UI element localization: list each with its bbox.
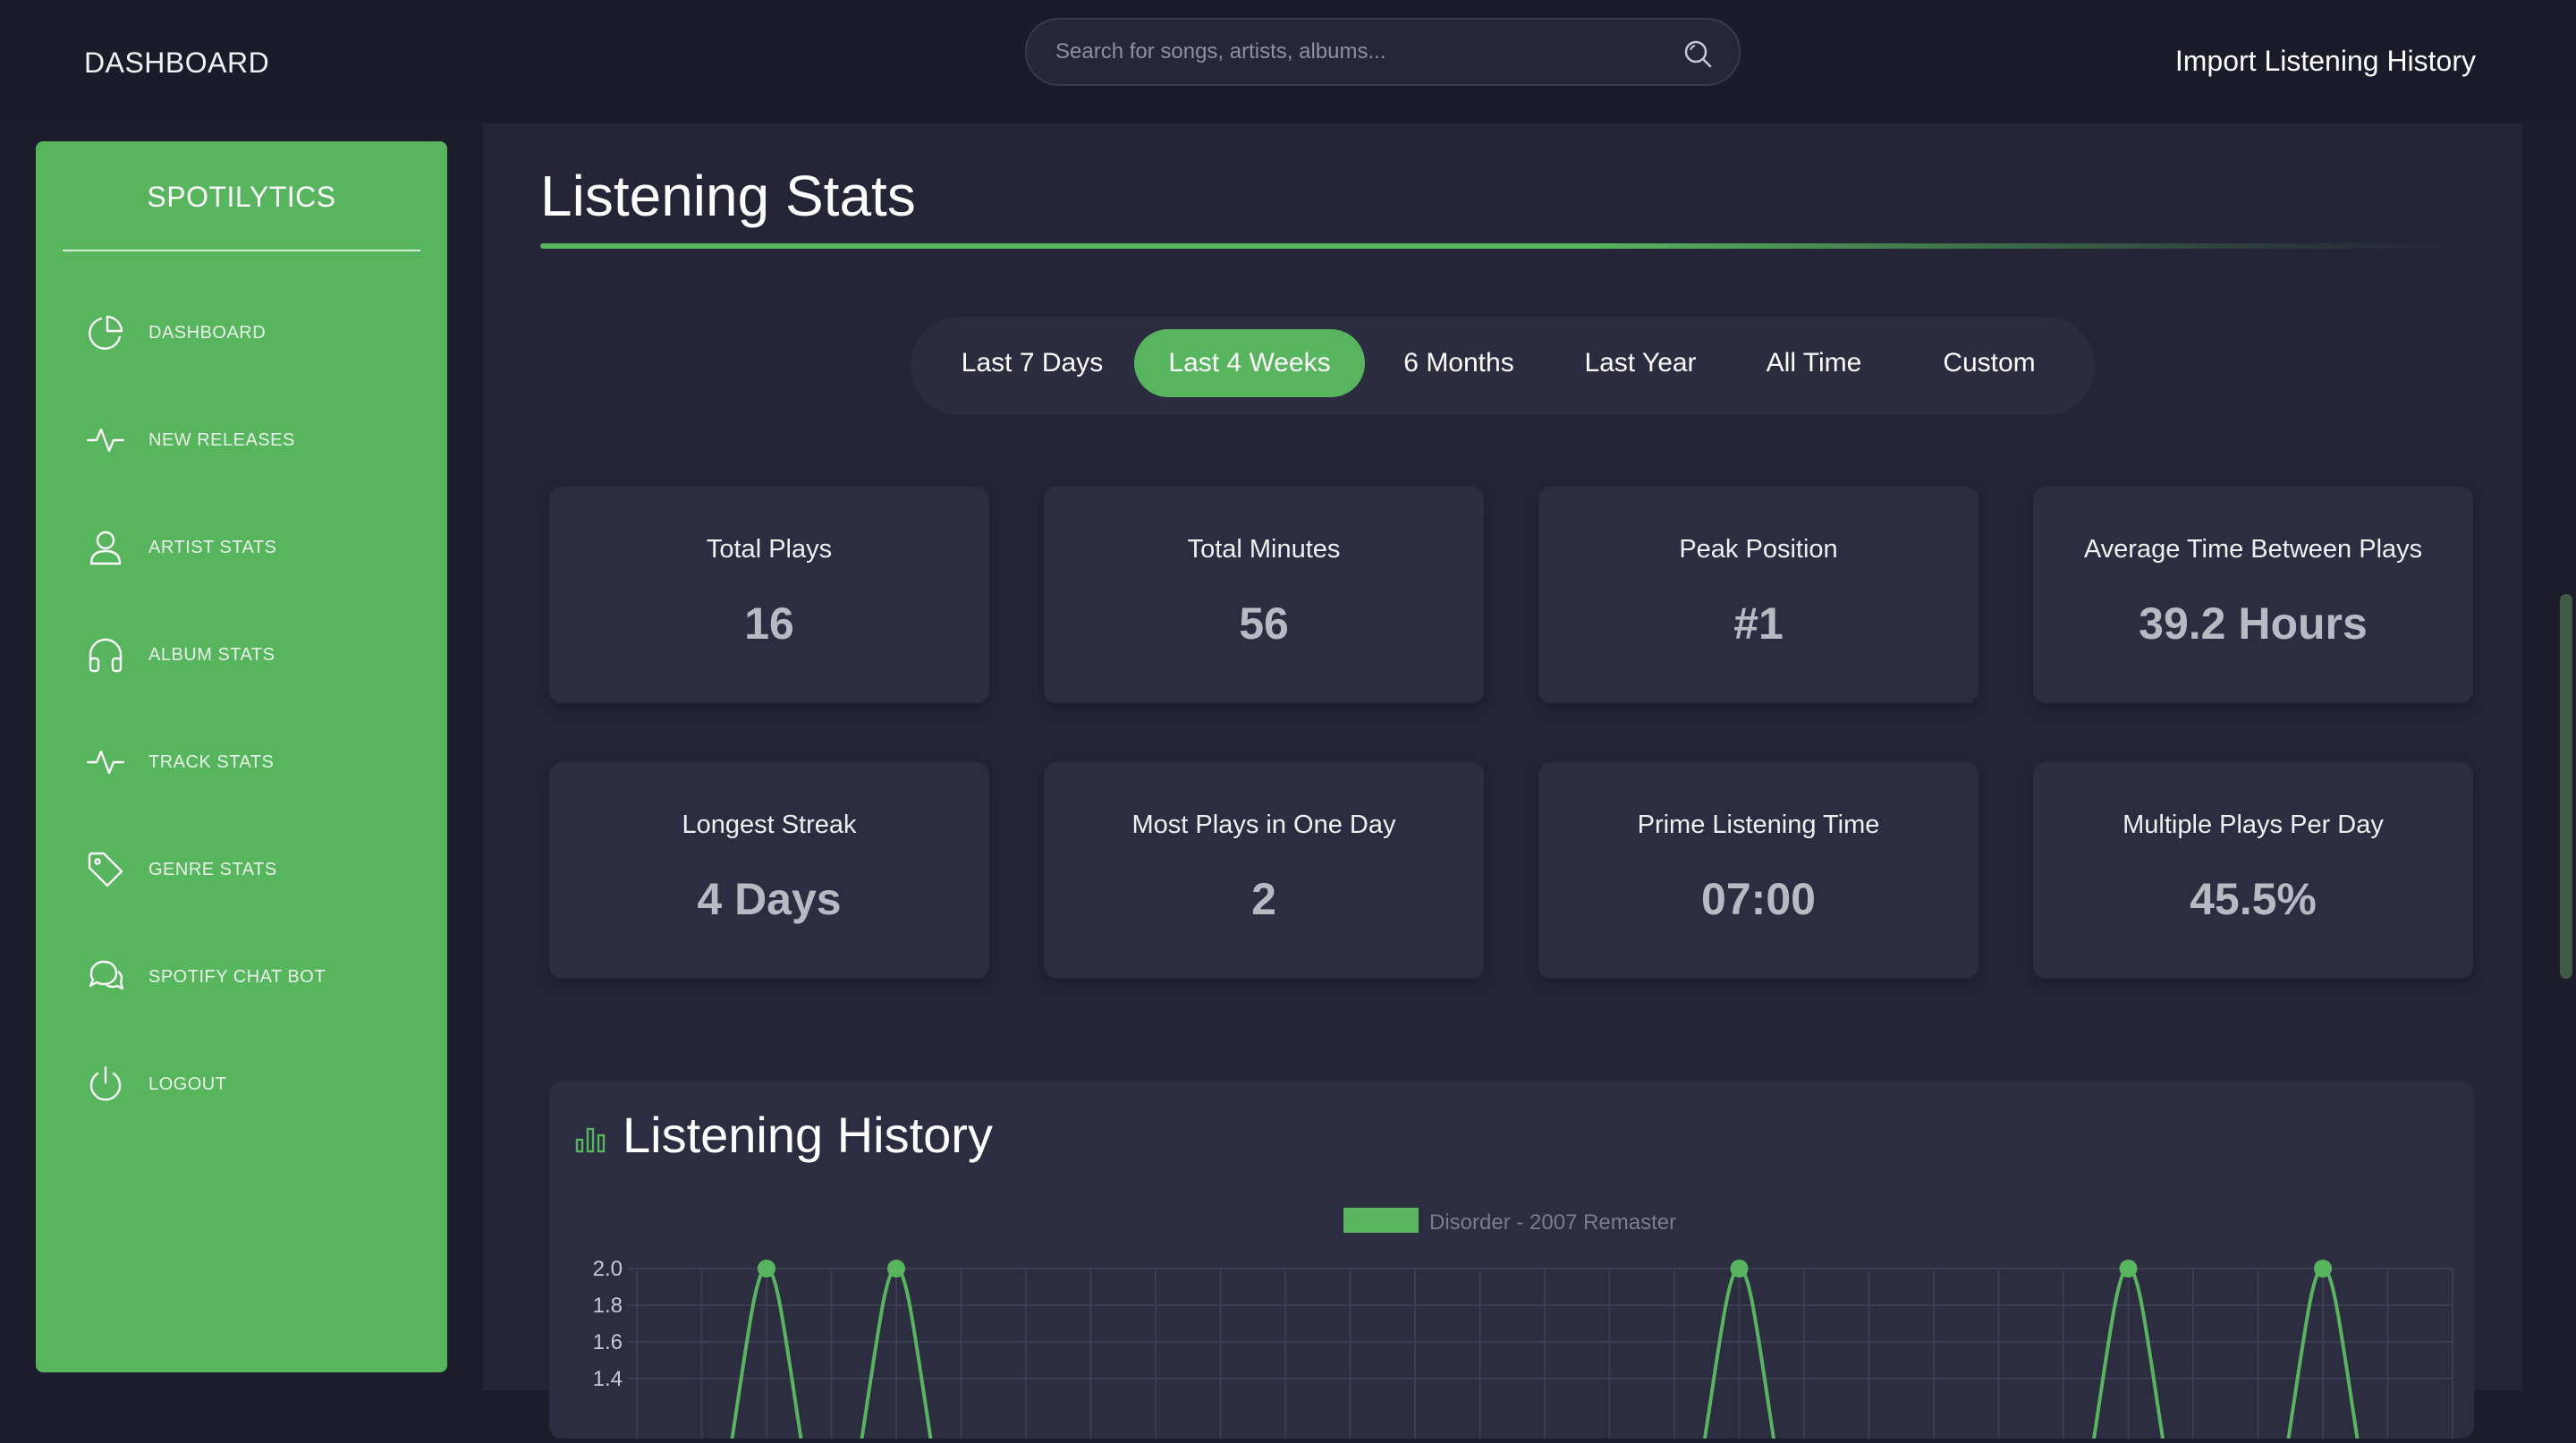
sidebar-item-logout[interactable]: LOGOUT [84,1057,424,1111]
y-tick-label: 2.0 [593,1257,623,1281]
stat-label: Prime Listening Time [1637,811,1880,839]
stat-value: 39.2 Hours [2139,598,2368,649]
stat-label: Multiple Plays Per Day [2123,811,2384,839]
scrollbar-track[interactable] [2556,123,2576,1390]
stat-value: 56 [1239,598,1289,649]
search-icon[interactable] [1682,38,1714,70]
user-icon [84,526,127,569]
sidebar-item-genre-stats[interactable]: GENRE STATS [84,843,424,896]
sidebar-item-dashboard[interactable]: DASHBOARD [84,306,424,360]
tab-last-4-weeks[interactable]: Last 4 Weeks [1134,329,1365,397]
tab-all-time[interactable]: All Time [1735,329,1893,397]
sidebar-item-artist-stats[interactable]: ARTIST STATS [84,521,424,574]
stat-card-total-minutes: Total Minutes 56 [1044,487,1484,703]
page-title: Listening Stats [540,164,916,228]
data-point [758,1260,775,1277]
main-content: Listening Stats Last 7 Days Last 4 Weeks… [483,123,2522,1443]
y-tick-label: 1.6 [593,1330,623,1354]
search-bar[interactable] [1025,18,1741,86]
y-tick-label: 1.4 [593,1367,623,1391]
stat-label: Total Plays [706,535,833,564]
stat-card-longest-streak: Longest Streak 4 Days [549,762,989,979]
tab-last-7-days[interactable]: Last 7 Days [943,329,1122,397]
import-history-link[interactable]: Import Listening History [2175,45,2476,78]
scrollbar-thumb[interactable] [2560,594,2572,979]
stat-label: Total Minutes [1187,535,1341,564]
stat-card-total-plays: Total Plays 16 [549,487,989,703]
sidebar: SPOTILYTICS DASHBOARD NEW RELEASES ARTIS… [36,141,447,1372]
listening-history-chart: Disorder - 2007 Remaster 2.0 1.8 1.6 1.4 [549,1206,2474,1443]
sidebar-item-label: ALBUM STATS [148,644,275,665]
stat-card-most-plays-one-day: Most Plays in One Day 2 [1044,762,1484,979]
data-point [2314,1260,2332,1277]
sidebar-item-chat-bot[interactable]: SPOTIFY CHAT BOT [84,950,424,1004]
header-title: DASHBOARD [84,47,270,79]
power-icon [84,1063,127,1106]
sidebar-item-label: LOGOUT [148,1074,227,1094]
stat-label: Peak Position [1679,535,1838,564]
sidebar-item-track-stats[interactable]: TRACK STATS [84,735,424,789]
headphones-icon [84,633,127,676]
data-point [1730,1260,1749,1277]
sidebar-item-label: DASHBOARD [148,322,267,343]
stat-value: 2 [1251,874,1276,924]
stat-card-peak-position: Peak Position #1 [1538,487,1979,703]
time-range-selector: Last 7 Days Last 4 Weeks 6 Months Last Y… [911,317,2095,415]
sidebar-divider [63,250,420,251]
sidebar-item-new-releases[interactable]: NEW RELEASES [84,413,424,467]
listening-history-card: Listening History Disorder - 2007 Remast… [549,1081,2474,1443]
stat-card-multiple-plays-per-day: Multiple Plays Per Day 45.5% [2033,762,2473,979]
activity-icon [84,741,127,784]
sidebar-brand: SPOTILYTICS [147,181,336,213]
activity-icon [84,419,127,462]
sidebar-item-label: TRACK STATS [148,751,275,772]
sidebar-item-label: ARTIST STATS [148,537,277,557]
stat-value: 16 [744,598,794,649]
sidebar-item-album-stats[interactable]: ALBUM STATS [84,628,424,682]
listening-history-title: Listening History [623,1107,993,1163]
stat-value: 45.5% [2190,874,2317,924]
chart-svg: Disorder - 2007 Remaster 2.0 1.8 1.6 1.4 [593,1208,2453,1443]
title-underline [540,243,2454,249]
data-point [887,1260,905,1277]
tab-last-year[interactable]: Last Year [1560,329,1721,397]
tab-6-months[interactable]: 6 Months [1374,329,1544,397]
chat-icon [84,955,127,998]
sidebar-item-label: NEW RELEASES [148,429,295,450]
data-point [2119,1260,2138,1277]
y-tick-label: 1.8 [593,1294,623,1318]
stat-card-prime-listening-time: Prime Listening Time 07:00 [1538,762,1979,979]
stat-value: 4 Days [697,874,842,924]
stat-label: Average Time Between Plays [2083,535,2423,564]
search-input[interactable] [1054,34,1662,70]
bar-chart-icon [575,1127,606,1153]
legend-swatch [1343,1208,1419,1233]
stat-value: #1 [1733,598,1784,649]
stat-label: Longest Streak [682,811,857,839]
stat-label: Most Plays in One Day [1131,811,1396,839]
top-bar: DASHBOARD Import Listening History [0,0,2576,123]
tab-custom[interactable]: Custom [1907,329,2072,397]
sidebar-item-label: SPOTIFY CHAT BOT [148,966,326,987]
sidebar-item-label: GENRE STATS [148,859,277,879]
stat-value: 07:00 [1701,874,1816,924]
tag-icon [84,848,127,891]
legend-label: Disorder - 2007 Remaster [1429,1210,1676,1235]
pie-chart-icon [84,311,127,354]
stat-card-average-time-between-plays: Average Time Between Plays 39.2 Hours [2033,487,2473,703]
